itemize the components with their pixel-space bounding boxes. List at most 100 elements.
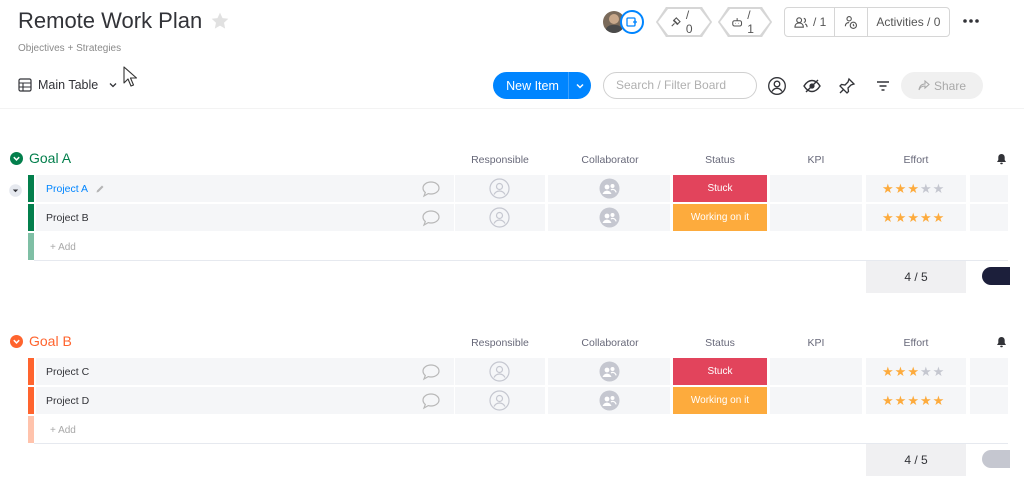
chevron-down-icon[interactable] xyxy=(108,80,118,90)
kpi-cell[interactable] xyxy=(770,358,862,385)
chevron-down-icon[interactable] xyxy=(10,151,23,165)
star-icon[interactable]: ★ xyxy=(907,211,919,224)
column-header-kpi[interactable]: KPI xyxy=(770,337,862,349)
last-cell[interactable] xyxy=(970,387,1008,414)
comment-icon[interactable] xyxy=(421,209,441,227)
toggle-handle[interactable] xyxy=(982,267,1010,285)
status-badge[interactable]: Working on it xyxy=(673,204,767,231)
column-header-collaborator[interactable]: Collaborator xyxy=(565,337,655,349)
column-header-status[interactable]: Status xyxy=(673,154,767,166)
new-item-button[interactable]: New Item xyxy=(493,72,591,99)
column-header-status[interactable]: Status xyxy=(673,337,767,349)
group-title[interactable]: Goal A xyxy=(29,150,71,166)
last-cell[interactable] xyxy=(970,204,1008,231)
item-name[interactable]: Project C xyxy=(46,366,89,378)
star-icon[interactable]: ★ xyxy=(933,394,945,407)
column-header-kpi[interactable]: KPI xyxy=(770,154,862,166)
eye-icon[interactable] xyxy=(802,76,822,96)
chevron-down-icon[interactable] xyxy=(10,334,23,348)
bell-icon[interactable] xyxy=(996,153,1007,165)
item-name[interactable]: Project A xyxy=(46,183,88,195)
star-icon[interactable]: ★ xyxy=(920,394,932,407)
star-icon[interactable]: ★ xyxy=(882,365,894,378)
bell-icon[interactable] xyxy=(996,336,1007,348)
rating-stars[interactable]: ★ ★ ★ ★ ★ xyxy=(882,182,944,195)
more-icon[interactable] xyxy=(962,14,980,28)
star-icon[interactable]: ★ xyxy=(882,182,894,195)
star-icon[interactable]: ★ xyxy=(907,365,919,378)
comment-icon[interactable] xyxy=(421,180,441,198)
table-row[interactable]: Project B xyxy=(36,204,454,231)
share-button[interactable]: Share xyxy=(901,72,983,99)
group-header[interactable]: Goal B xyxy=(10,333,72,349)
integrations-button[interactable]: / 0 xyxy=(656,7,712,37)
team-icon[interactable] xyxy=(599,178,620,199)
column-header-effort[interactable]: Effort xyxy=(866,154,966,166)
table-row[interactable]: Project D xyxy=(36,387,454,414)
group-title[interactable]: Goal B xyxy=(29,333,72,349)
board-title[interactable]: Remote Work Plan xyxy=(18,8,202,34)
rating-stars[interactable]: ★ ★ ★ ★ ★ xyxy=(882,365,944,378)
column-header-responsible[interactable]: Responsible xyxy=(455,337,545,349)
person-icon[interactable] xyxy=(489,361,510,382)
star-icon[interactable]: ★ xyxy=(882,211,894,224)
last-cell[interactable] xyxy=(970,175,1008,202)
table-row[interactable]: Project C xyxy=(36,358,454,385)
filter-icon[interactable] xyxy=(873,76,893,96)
person-icon[interactable] xyxy=(489,178,510,199)
add-item-input[interactable]: + Add xyxy=(50,425,76,436)
star-icon[interactable]: ★ xyxy=(907,394,919,407)
toggle-handle[interactable] xyxy=(982,450,1010,468)
star-icon[interactable]: ★ xyxy=(933,182,945,195)
view-selector[interactable]: Main Table xyxy=(38,78,98,92)
star-icon[interactable]: ★ xyxy=(895,211,907,224)
column-header-responsible[interactable]: Responsible xyxy=(455,154,545,166)
star-icon[interactable]: ★ xyxy=(895,365,907,378)
group-header[interactable]: Goal A xyxy=(10,150,71,166)
kpi-cell[interactable] xyxy=(770,387,862,414)
invite-button[interactable] xyxy=(620,10,644,34)
table-row[interactable]: Project A xyxy=(36,175,454,202)
star-icon[interactable]: ★ xyxy=(920,182,932,195)
star-icon[interactable]: ★ xyxy=(933,365,945,378)
pencil-icon[interactable] xyxy=(95,184,105,194)
star-icon[interactable]: ★ xyxy=(907,182,919,195)
column-header-effort[interactable]: Effort xyxy=(866,337,966,349)
person-icon[interactable] xyxy=(767,76,787,96)
column-header-collaborator[interactable]: Collaborator xyxy=(565,154,655,166)
person-icon[interactable] xyxy=(489,390,510,411)
team-icon[interactable] xyxy=(599,361,620,382)
star-icon[interactable]: ★ xyxy=(882,394,894,407)
status-badge[interactable]: Working on it xyxy=(673,387,767,414)
pin-icon[interactable] xyxy=(837,76,857,96)
comment-icon[interactable] xyxy=(421,363,441,381)
members-button[interactable]: / 1 xyxy=(785,8,834,36)
rating-stars[interactable]: ★ ★ ★ ★ ★ xyxy=(882,394,944,407)
star-icon[interactable]: ★ xyxy=(933,211,945,224)
add-item-input[interactable]: + Add xyxy=(50,242,76,253)
new-item-dropdown[interactable] xyxy=(569,81,591,91)
star-icon[interactable]: ★ xyxy=(920,365,932,378)
board-description[interactable]: Objectives + Strategies xyxy=(18,43,121,54)
star-icon[interactable]: ★ xyxy=(920,211,932,224)
comment-icon[interactable] xyxy=(421,392,441,410)
person-icon[interactable] xyxy=(489,207,510,228)
row-menu-icon[interactable] xyxy=(9,184,22,197)
activities-button[interactable]: Activities / 0 xyxy=(868,8,948,36)
activity-log-button[interactable] xyxy=(835,8,867,36)
search-input[interactable]: Search / Filter Board xyxy=(603,72,757,99)
team-icon[interactable] xyxy=(599,207,620,228)
status-badge[interactable]: Stuck xyxy=(673,175,767,202)
star-icon[interactable]: ★ xyxy=(895,182,907,195)
star-icon[interactable] xyxy=(210,11,230,31)
rating-stars[interactable]: ★ ★ ★ ★ ★ xyxy=(882,211,944,224)
automations-button[interactable]: / 1 xyxy=(718,7,772,37)
kpi-cell[interactable] xyxy=(770,175,862,202)
star-icon[interactable]: ★ xyxy=(895,394,907,407)
team-icon[interactable] xyxy=(599,390,620,411)
item-name[interactable]: Project B xyxy=(46,212,89,224)
last-cell[interactable] xyxy=(970,358,1008,385)
status-badge[interactable]: Stuck xyxy=(673,358,767,385)
kpi-cell[interactable] xyxy=(770,204,862,231)
item-name[interactable]: Project D xyxy=(46,395,89,407)
